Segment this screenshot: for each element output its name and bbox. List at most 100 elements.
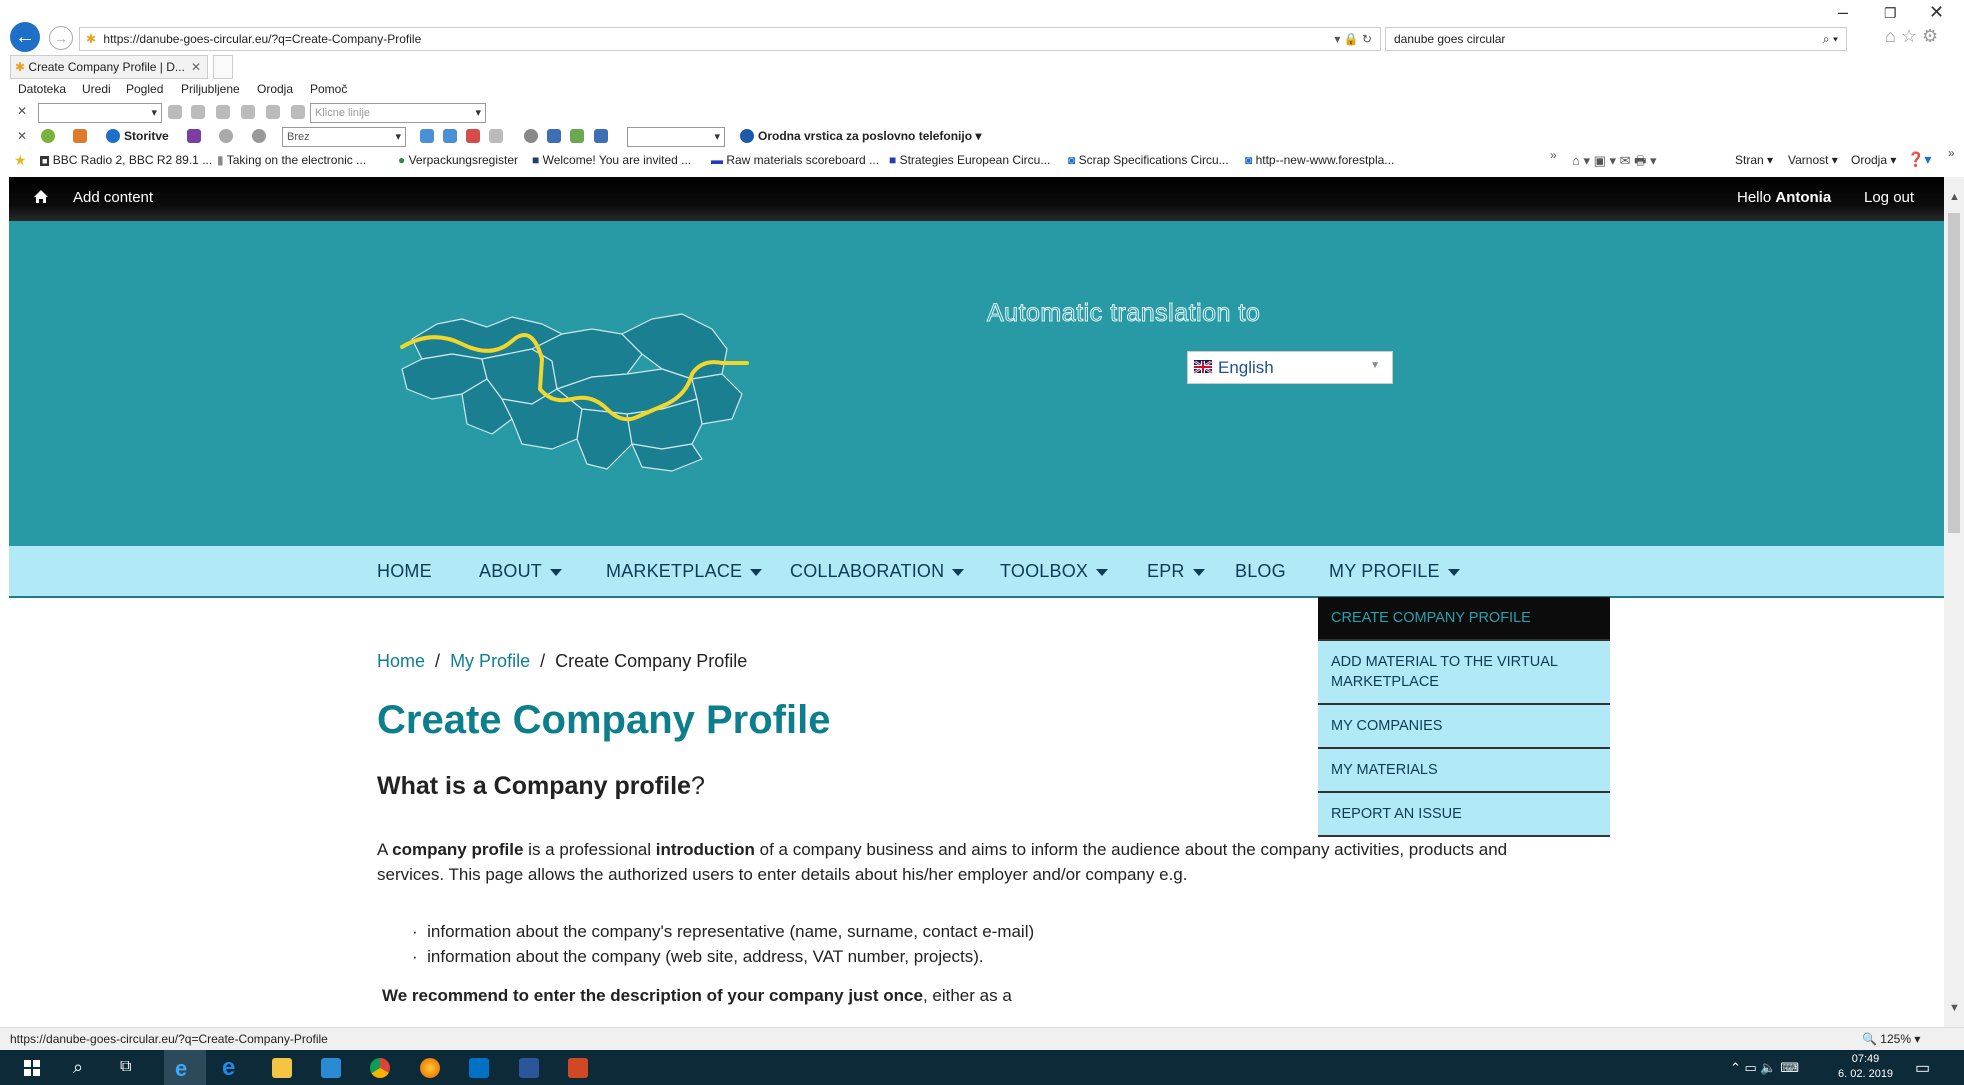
favorites-star-icon[interactable]: ★	[14, 152, 27, 169]
notifications-icon[interactable]: ▭	[1915, 1058, 1930, 1078]
outlook-icon[interactable]	[469, 1058, 489, 1078]
doc-icon[interactable]	[547, 129, 561, 143]
scroll-down-icon[interactable]: ▼	[1949, 1002, 1960, 1014]
nav-epr[interactable]: EPR	[1147, 561, 1205, 582]
contacts3-icon[interactable]	[466, 129, 480, 143]
dropdown-add-material[interactable]: ADD MATERIAL TO THE VIRTUAL MARKETPLACE	[1318, 641, 1610, 705]
fav-verpackung[interactable]: ● Verpackungsregister	[398, 153, 518, 167]
page-scrollbar[interactable]: ▲ ▼	[1944, 177, 1964, 1027]
ie-taskbar-active[interactable]: e	[164, 1050, 206, 1085]
menu-view[interactable]: Pogled	[126, 82, 163, 96]
status-icon[interactable]	[41, 129, 55, 143]
add-content-link[interactable]: Add content	[73, 189, 153, 206]
fav-bbc[interactable]: ■ BBC Radio 2, BBC R2 89.1 ...	[40, 153, 212, 167]
contacts4-icon[interactable]	[489, 129, 503, 143]
more-chevron2-icon[interactable]: »	[1948, 146, 1955, 160]
menu-tools[interactable]: Orodja	[257, 82, 293, 96]
fav-raw[interactable]: ▬ Raw materials scoreboard ...	[711, 153, 879, 167]
scroll-thumb[interactable]	[1948, 213, 1960, 533]
scroll-up-icon[interactable]: ▲	[1949, 191, 1960, 203]
presence-icon[interactable]	[252, 129, 266, 143]
group-icon[interactable]	[594, 129, 608, 143]
edge-icon[interactable]: e	[222, 1054, 235, 1082]
new-tab-icon[interactable]	[213, 55, 233, 79]
call-lines-combo[interactable]: Klicne linije ▾	[310, 103, 486, 123]
help-icon[interactable]: ❓▾	[1907, 151, 1931, 168]
telephony-toolbar-label[interactable]: Orodna vrstica za poslovno telefonijo ▾	[758, 126, 981, 146]
fav-scrap[interactable]: ◙ Scrap Specifications Circu...	[1068, 153, 1229, 167]
store-icon[interactable]	[321, 1058, 341, 1078]
purple-icon[interactable]	[187, 129, 201, 143]
gear-orange-icon[interactable]	[73, 129, 87, 143]
fav-electronic[interactable]: ▮ Taking on the electronic ...	[217, 153, 366, 167]
users-icon[interactable]	[570, 129, 584, 143]
breadcrumb-my-profile[interactable]: My Profile	[450, 651, 530, 671]
nav-blog[interactable]: BLOG	[1235, 561, 1286, 582]
dropdown-create-company-profile[interactable]: CREATE COMPANY PROFILE	[1318, 597, 1610, 641]
nav-home[interactable]: HOME	[377, 561, 432, 582]
empty-combo[interactable]: ▾	[627, 127, 725, 147]
more-chevron-icon[interactable]: »	[1550, 148, 1557, 162]
services-label[interactable]: Storitve	[124, 126, 169, 146]
toolbar2-close-icon[interactable]: ✕	[17, 126, 27, 146]
word-icon[interactable]	[519, 1058, 539, 1078]
fav-strategies[interactable]: ■ Strategies European Circu...	[889, 153, 1050, 167]
back-icon[interactable]: ←	[10, 22, 40, 52]
nav-marketplace[interactable]: MARKETPLACE	[606, 561, 763, 582]
search-icon[interactable]: ⌕ ▾	[1823, 28, 1838, 50]
dropdown-my-materials[interactable]: MY MATERIALS	[1318, 749, 1610, 793]
lock-refresh-icon[interactable]: ▾ 🔒 ↻	[1334, 28, 1372, 50]
chrome-icon[interactable]	[370, 1058, 390, 1078]
cmd-safety[interactable]: Varnost ▾	[1788, 153, 1838, 167]
minimize-icon[interactable]: –	[1838, 2, 1848, 23]
pause-icon[interactable]	[191, 105, 205, 119]
browser-tab[interactable]: ✱ Create Company Profile | D... ✕	[10, 55, 208, 79]
forward-icon[interactable]: →	[49, 26, 73, 50]
clock[interactable]: 07:49 6. 02. 2019	[1838, 1052, 1893, 1082]
breadcrumb-home[interactable]: Home	[377, 651, 425, 671]
contacts-icon[interactable]	[420, 129, 434, 143]
presence-combo[interactable]: Brez ▾	[282, 127, 406, 147]
fax-icon[interactable]	[216, 105, 230, 119]
tab-close-icon[interactable]: ✕	[191, 56, 201, 78]
print-icon[interactable]	[266, 105, 280, 119]
menu-help[interactable]: Pomoč	[310, 82, 347, 96]
menu-edit[interactable]: Uredi	[82, 82, 111, 96]
toolbar-combo[interactable]: ▾	[38, 103, 162, 123]
cmd-tools[interactable]: Orodja ▾	[1851, 153, 1896, 167]
nav-collaboration[interactable]: COLLABORATION	[790, 561, 965, 582]
cmd-page[interactable]: Stran ▾	[1735, 153, 1773, 167]
settings-icon[interactable]	[524, 129, 538, 143]
contacts2-icon[interactable]	[443, 129, 457, 143]
phone-icon[interactable]	[168, 105, 182, 119]
transfer-icon[interactable]	[241, 105, 255, 119]
logout-link[interactable]: Log out	[1864, 189, 1914, 206]
edit-icon[interactable]	[291, 105, 305, 119]
restore-icon[interactable]: ❐	[1884, 5, 1897, 22]
zoom-control[interactable]: 🔍 125% ▾	[1862, 1032, 1920, 1046]
search-taskbar-icon[interactable]: ⌕	[73, 1057, 83, 1078]
home-icon[interactable]	[33, 189, 49, 210]
address-bar[interactable]: ✱ https://danube-goes-circular.eu/?q=Cre…	[79, 27, 1381, 51]
chat-icon[interactable]	[219, 129, 233, 143]
close-window-icon[interactable]: ✕	[1929, 2, 1944, 23]
powerpoint-icon[interactable]	[568, 1058, 588, 1078]
search-box[interactable]: danube goes circular ⌕ ▾	[1385, 27, 1847, 51]
menu-favorites[interactable]: Priljubljene	[181, 82, 240, 96]
dropdown-my-companies[interactable]: MY COMPANIES	[1318, 705, 1610, 749]
nav-about[interactable]: ABOUT	[479, 561, 563, 582]
menu-file[interactable]: Datoteka	[18, 82, 66, 96]
windows-start-icon[interactable]	[24, 1060, 40, 1081]
nav-toolbox[interactable]: TOOLBOX	[1000, 561, 1109, 582]
nav-my-profile[interactable]: MY PROFILE	[1329, 561, 1460, 582]
toolbar-close-icon[interactable]: ✕	[17, 101, 27, 121]
home-star-gear-icons[interactable]: ⌂ ☆ ⚙	[1885, 26, 1938, 47]
task-view-icon[interactable]: ⧉	[120, 1058, 131, 1076]
file-explorer-icon[interactable]	[272, 1058, 292, 1078]
dropdown-report-issue[interactable]: REPORT AN ISSUE	[1318, 793, 1610, 837]
tray-icons[interactable]: ⌃ ▭ 🔈 ⌨	[1730, 1060, 1799, 1076]
firefox-icon[interactable]	[420, 1058, 440, 1078]
language-select[interactable]: English ▼	[1187, 351, 1393, 384]
fav-welcome[interactable]: ■ Welcome! You are invited ...	[532, 153, 691, 167]
fav-forest[interactable]: ◙ http--new-www.forestpla...	[1245, 153, 1394, 167]
